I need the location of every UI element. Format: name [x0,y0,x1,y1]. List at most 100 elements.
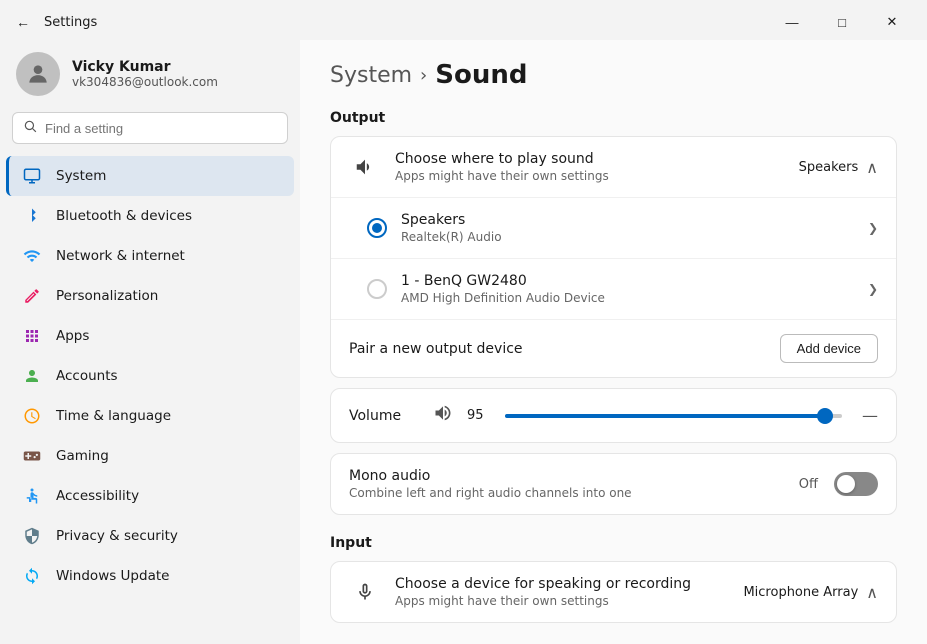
accessibility-nav-icon [22,486,42,506]
sidebar-item-personalization[interactable]: Personalization [6,276,294,316]
speakers-option-row[interactable]: Speakers Realtek(R) Audio ❯ [331,198,896,259]
sidebar-item-time[interactable]: Time & language [6,396,294,436]
breadcrumb-parent: System [330,63,412,88]
privacy-nav-icon [22,526,42,546]
speakers-option-detail: Realtek(R) Audio [401,230,854,244]
benq-chevron: ❯ [868,282,878,296]
accounts-nav-icon [22,366,42,386]
maximize-button[interactable]: □ [819,6,865,38]
benq-option-text: 1 - BenQ GW2480 AMD High Definition Audi… [401,273,854,305]
mono-audio-subtitle: Combine left and right audio channels in… [349,486,785,500]
mono-audio-title: Mono audio [349,468,785,484]
network-nav-icon [22,246,42,266]
user-email: vk304836@outlook.com [72,75,218,89]
content-area: System › Sound Output Choose where to pl… [300,40,927,644]
choose-input-text: Choose a device for speaking or recordin… [395,576,729,608]
time-nav-label: Time & language [56,408,171,424]
output-section-label: Output [330,110,897,126]
input-section: Input Choose a device for speaking or re… [330,535,897,623]
avatar [16,52,60,96]
volume-row: Volume 95 — [331,389,896,442]
volume-card: Volume 95 — [330,388,897,443]
pair-output-label: Pair a new output device [349,341,766,357]
benq-option-row[interactable]: 1 - BenQ GW2480 AMD High Definition Audi… [331,259,896,320]
apps-nav-icon [22,326,42,346]
sidebar-item-system[interactable]: System [6,156,294,196]
back-button[interactable]: ← [12,10,34,34]
minimize-button[interactable]: — [769,6,815,38]
sidebar-item-accounts[interactable]: Accounts [6,356,294,396]
titlebar: ← Settings — □ ✕ [0,0,927,40]
volume-slider[interactable] [505,414,842,418]
benq-radio[interactable] [367,279,387,299]
mono-audio-toggle[interactable] [834,472,878,496]
sidebar-item-accessibility[interactable]: Accessibility [6,476,294,516]
volume-mute-icon[interactable]: — [862,406,878,425]
time-nav-icon [22,406,42,426]
privacy-nav-label: Privacy & security [56,528,178,544]
mono-audio-row: Mono audio Combine left and right audio … [331,454,896,514]
personalization-nav-icon [22,286,42,306]
choose-input-row[interactable]: Choose a device for speaking or recordin… [331,562,896,622]
current-output-value: Speakers [799,160,859,175]
choose-input-subtitle: Apps might have their own settings [395,594,729,608]
input-section-label: Input [330,535,897,551]
accounts-nav-label: Accounts [56,368,118,384]
search-icon [23,119,37,137]
mono-audio-card: Mono audio Combine left and right audio … [330,453,897,515]
search-input[interactable] [45,121,277,136]
pair-output-text: Pair a new output device [349,341,766,357]
speakers-chevron: ❯ [868,221,878,235]
mono-audio-state: Off [799,477,818,492]
microphone-icon [349,576,381,608]
user-profile[interactable]: Vicky Kumar vk304836@outlook.com [0,40,300,112]
sidebar-item-privacy[interactable]: Privacy & security [6,516,294,556]
nav-list: System Bluetooth & devices Network & int… [0,156,300,596]
personalization-nav-label: Personalization [56,288,158,304]
titlebar-left: ← Settings [12,10,97,34]
expand-input-chevron[interactable]: ∧ [866,583,878,602]
sidebar-item-network[interactable]: Network & internet [6,236,294,276]
speakers-option-name: Speakers [401,212,854,228]
mono-audio-right: Off [799,472,878,496]
bluetooth-nav-icon [22,206,42,226]
choose-output-text: Choose where to play sound Apps might ha… [395,151,785,183]
speakers-radio[interactable] [367,218,387,238]
sidebar: Vicky Kumar vk304836@outlook.com System [0,40,300,644]
system-nav-label: System [56,168,106,184]
choose-input-right: Microphone Array ∧ [743,583,878,602]
gaming-nav-icon [22,446,42,466]
add-output-device-button[interactable]: Add device [780,334,878,363]
system-nav-icon [22,166,42,186]
app-body: Vicky Kumar vk304836@outlook.com System [0,40,927,644]
mono-audio-text: Mono audio Combine left and right audio … [349,468,785,500]
output-device-card: Choose where to play sound Apps might ha… [330,136,897,378]
search-box[interactable] [12,112,288,144]
input-device-card: Choose a device for speaking or recordin… [330,561,897,623]
volume-icon [433,403,453,428]
choose-output-subtitle: Apps might have their own settings [395,169,785,183]
toggle-knob [837,475,855,493]
choose-input-title: Choose a device for speaking or recordin… [395,576,729,592]
expand-output-chevron[interactable]: ∧ [866,158,878,177]
bluetooth-nav-label: Bluetooth & devices [56,208,192,224]
benq-option-name: 1 - BenQ GW2480 [401,273,854,289]
user-info: Vicky Kumar vk304836@outlook.com [72,59,218,89]
app-title: Settings [44,15,97,30]
choose-output-right: Speakers ∧ [799,158,878,177]
current-input-value: Microphone Array [743,585,858,600]
sidebar-item-gaming[interactable]: Gaming [6,436,294,476]
gaming-nav-label: Gaming [56,448,109,464]
sidebar-item-update[interactable]: Windows Update [6,556,294,596]
sidebar-item-apps[interactable]: Apps [6,316,294,356]
user-name: Vicky Kumar [72,59,218,75]
sidebar-item-bluetooth[interactable]: Bluetooth & devices [6,196,294,236]
volume-label: Volume [349,408,419,424]
volume-slider-container[interactable] [505,414,842,418]
close-button[interactable]: ✕ [869,6,915,38]
breadcrumb-arrow: › [420,65,427,86]
pair-output-row[interactable]: Pair a new output device Add device [331,320,896,377]
choose-output-title: Choose where to play sound [395,151,785,167]
breadcrumb: System › Sound [330,60,897,90]
choose-output-row[interactable]: Choose where to play sound Apps might ha… [331,137,896,198]
